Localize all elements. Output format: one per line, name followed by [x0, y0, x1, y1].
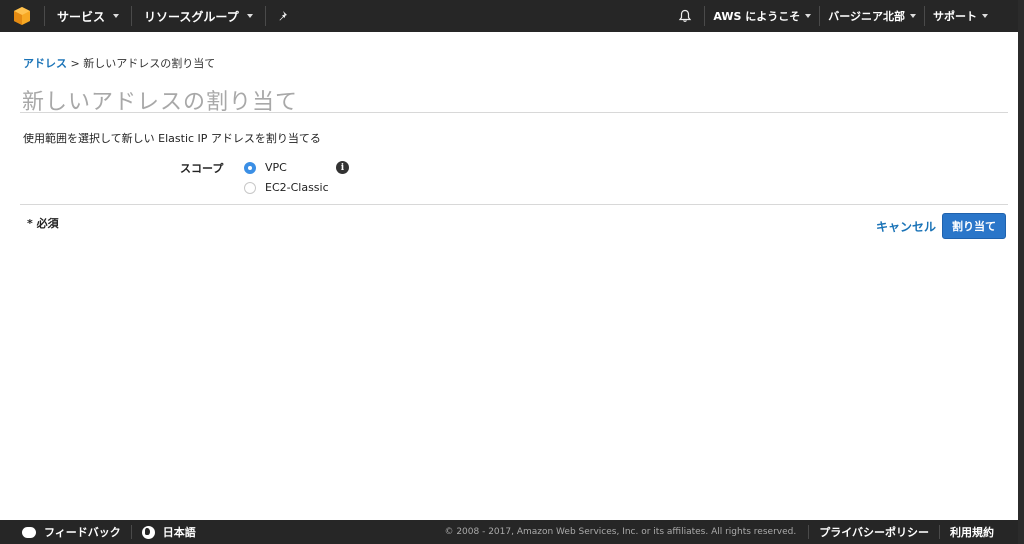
services-menu[interactable]: サービス [45, 0, 131, 32]
resource-groups-label: リソースグループ [144, 9, 239, 24]
region-label: バージニア北部 [828, 10, 905, 23]
window-edge [1018, 0, 1024, 544]
chevron-down-icon [805, 14, 812, 18]
info-icon[interactable]: i [336, 161, 349, 174]
page-description: 使用範囲を選択して新しい Elastic IP アドレスを割り当てる [23, 132, 321, 145]
chevron-down-icon [982, 14, 988, 18]
support-menu[interactable]: サポート [925, 0, 1018, 32]
bell-icon [679, 9, 692, 22]
scope-option-vpc[interactable]: VPC [244, 161, 287, 174]
chevron-down-icon [113, 14, 120, 18]
region-menu[interactable]: バージニア北部 [820, 0, 924, 32]
ec2-classic-label: EC2-Classic [265, 181, 329, 194]
notifications-button[interactable] [666, 0, 704, 32]
language-selector[interactable]: 日本語 [132, 520, 206, 544]
pin-icon [279, 11, 287, 21]
breadcrumb-link-addresses[interactable]: アドレス [23, 57, 67, 70]
support-label: サポート [933, 10, 977, 23]
account-menu[interactable]: AWS にようこそ [705, 0, 819, 32]
speech-bubble-icon [22, 526, 36, 538]
ec2-classic-radio[interactable] [244, 181, 256, 194]
cancel-button[interactable]: キャンセル [876, 218, 936, 235]
privacy-policy-link[interactable]: プライバシーポリシー [809, 520, 939, 544]
services-label: サービス [57, 9, 106, 24]
top-navigation-bar: サービス リソースグループ AWS にようこそ バージニア北部 サポート [0, 0, 1018, 32]
chevron-down-icon [246, 14, 253, 18]
feedback-link[interactable]: フィードバック [0, 520, 131, 544]
breadcrumb-current: 新しいアドレスの割り当て [83, 57, 216, 70]
resource-groups-menu[interactable]: リソースグループ [132, 0, 265, 32]
chevron-down-icon [910, 14, 916, 18]
vpc-radio[interactable] [244, 161, 256, 174]
scope-label: スコープ [180, 162, 224, 175]
main-content: アドレス > 新しいアドレスの割り当て 新しいアドレスの割り当て 使用範囲を選択… [0, 32, 1018, 520]
pin-button[interactable] [266, 0, 302, 32]
footer-bar: フィードバック 日本語 © 2008 - 2017, Amazon Web Se… [0, 520, 1018, 544]
terms-link[interactable]: 利用規約 [940, 520, 1018, 544]
breadcrumb: アドレス > 新しいアドレスの割り当て [23, 55, 215, 71]
copyright-text: © 2008 - 2017, Amazon Web Services, Inc.… [444, 527, 797, 537]
language-label: 日本語 [162, 526, 196, 539]
feedback-label: フィードバック [44, 526, 121, 539]
globe-icon [141, 525, 155, 539]
vpc-label: VPC [265, 161, 287, 174]
breadcrumb-separator: > [67, 57, 84, 70]
required-note: * 必須 [27, 217, 59, 230]
scope-option-ec2-classic[interactable]: EC2-Classic [244, 181, 329, 194]
assign-button[interactable]: 割り当て [942, 213, 1006, 239]
aws-cube-icon[interactable] [0, 0, 44, 32]
title-divider [20, 112, 1008, 113]
form-divider [20, 204, 1008, 205]
account-label: AWS にようこそ [713, 10, 801, 23]
